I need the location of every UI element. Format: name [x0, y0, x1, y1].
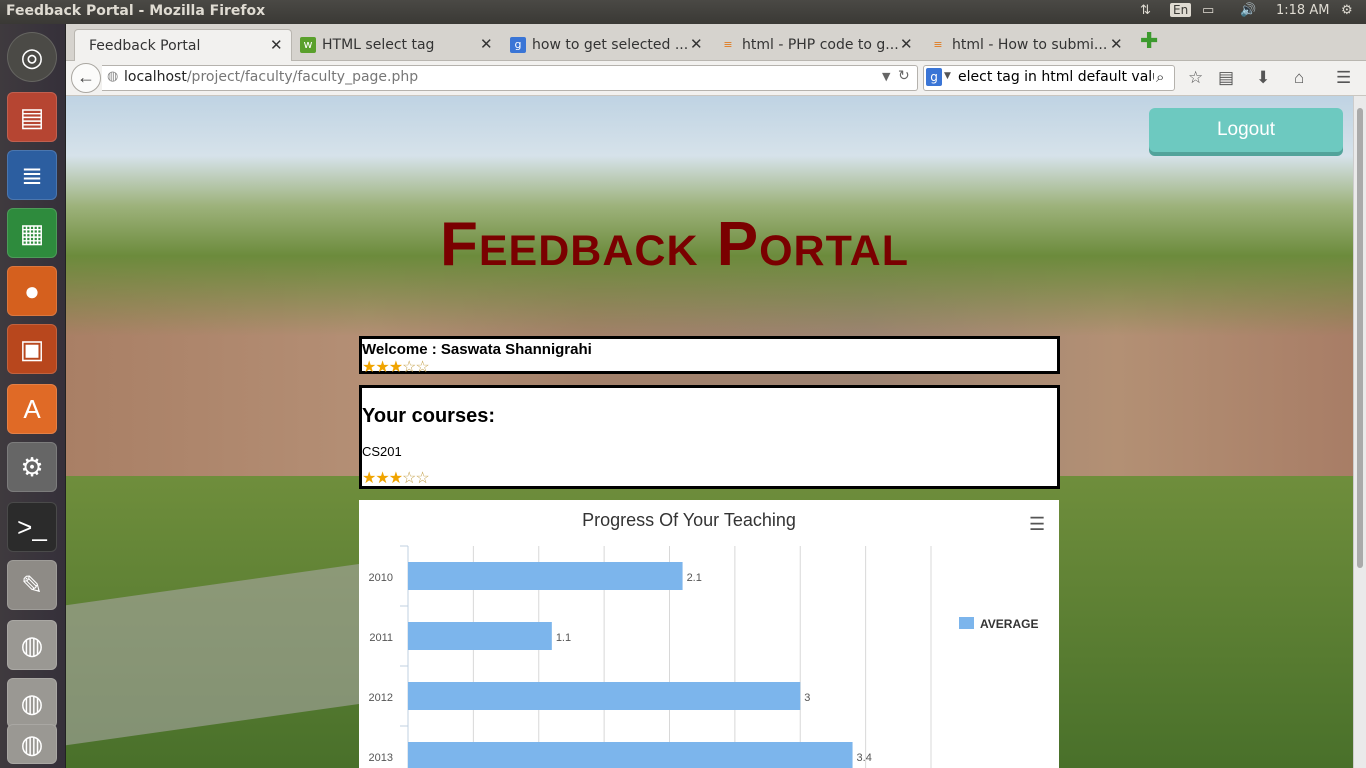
bookmarks-menu-icon[interactable]: ▤ — [1218, 68, 1234, 88]
legend-swatch — [959, 617, 974, 629]
tab-label: html - PHP code to g... — [742, 37, 899, 53]
star-empty-icon: ☆ — [402, 470, 416, 487]
bar-2013 — [408, 742, 853, 768]
courses-heading: Your courses: — [362, 405, 495, 427]
course-rating-stars: ★★★☆☆ — [362, 468, 430, 488]
system-settings-icon[interactable]: ⚙ — [7, 442, 57, 492]
dash-home-icon[interactable]: ◎ — [7, 32, 57, 82]
search-input[interactable]: elect tag in html default value — [958, 69, 1154, 85]
terminal-icon[interactable]: >_ — [7, 502, 57, 552]
close-tab-icon[interactable]: ✕ — [480, 35, 493, 53]
calc-icon[interactable]: ▦ — [7, 208, 57, 258]
teaching-progress-chart: Progress Of Your Teaching ☰ 2010 2.1 2011 1… — [359, 500, 1059, 768]
bookmark-star-icon[interactable]: ☆ — [1188, 68, 1203, 88]
bar-2010 — [408, 562, 683, 590]
window-title: Feedback Portal - Mozilla Firefox — [6, 3, 266, 19]
reload-icon[interactable]: ↻ — [898, 68, 910, 84]
data-label-2010: 2.1 — [687, 572, 702, 584]
data-label-2012: 3 — [804, 692, 810, 704]
tab-label: Feedback Portal — [89, 38, 201, 54]
tab-label: how to get selected ... — [532, 37, 689, 53]
logout-button[interactable]: Logout — [1149, 108, 1343, 152]
system-top-bar: Feedback Portal - Mozilla Firefox ⇅ En ▭… — [0, 0, 1366, 24]
text-editor-icon[interactable]: ✎ — [7, 560, 57, 610]
page-title: Feedback Portal — [440, 210, 909, 279]
star-filled-icon: ★ — [388, 359, 403, 376]
trash-icon[interactable]: ◍ — [7, 724, 57, 764]
search-bar[interactable]: g ▼ elect tag in html default value ⌕ — [923, 65, 1175, 91]
clock[interactable]: 1:18 AM — [1276, 3, 1329, 18]
launcher: ◎ ▤ ≣ ▦ ● ▣ A ⚙ >_ ✎ ◍ ◍ ◍ — [0, 24, 66, 768]
globe-icon: ◍ — [107, 69, 119, 84]
settings-gear-icon[interactable]: ⚙ — [1341, 3, 1353, 18]
chevron-down-icon[interactable]: ▼ — [944, 71, 951, 81]
hamburger-menu-icon[interactable]: ☰ — [1336, 68, 1351, 88]
volume-icon[interactable]: 🔊 — [1240, 3, 1256, 18]
tab-label: HTML select tag — [322, 37, 435, 53]
chart-plot: 2010 2.1 2011 1.1 2012 3 2013 3.4 AVERAGE — [369, 545, 1038, 768]
battery-icon[interactable]: ▭ — [1202, 3, 1214, 18]
tab-how-to-submit[interactable]: ≡ html - How to submi... ✕ — [922, 29, 1130, 60]
files-icon[interactable]: ▤ — [7, 92, 57, 142]
star-filled-icon: ★ — [375, 359, 389, 376]
tab-html-select-tag[interactable]: w HTML select tag ✕ — [292, 29, 500, 60]
star-filled-icon: ★ — [388, 470, 403, 487]
url-host: localhost — [124, 69, 187, 85]
category-label-2011: 2011 — [369, 632, 393, 644]
course-code[interactable]: CS201 — [362, 444, 402, 459]
tab-label: html - How to submi... — [952, 37, 1108, 53]
drive-icon[interactable]: ◍ — [7, 620, 57, 670]
w3schools-favicon-icon: w — [300, 37, 316, 53]
vertical-scrollbar[interactable] — [1353, 96, 1366, 768]
new-tab-plus-icon[interactable]: ✚ — [1140, 29, 1164, 60]
bar-2012 — [408, 682, 801, 710]
faculty-rating-stars: ★★★☆☆ — [362, 357, 430, 377]
keyboard-layout-indicator[interactable]: En — [1170, 3, 1192, 17]
home-icon[interactable]: ⌂ — [1294, 68, 1304, 88]
back-arrow-icon[interactable]: ← — [71, 63, 101, 93]
writer-icon[interactable]: ≣ — [7, 150, 57, 200]
tab-feedback-portal[interactable]: Feedback Portal ✕ — [74, 29, 292, 61]
star-filled-icon: ★ — [362, 359, 376, 376]
star-empty-icon: ☆ — [415, 359, 429, 376]
star-filled-icon: ★ — [375, 470, 389, 487]
history-dropdown-icon[interactable]: ▼ — [882, 70, 890, 83]
stackoverflow-favicon-icon: ≡ — [723, 38, 733, 51]
data-label-2013: 3.4 — [857, 752, 872, 764]
download-icon[interactable]: ⬇ — [1256, 68, 1270, 88]
google-favicon-icon: g — [510, 37, 526, 53]
search-engine-google-icon[interactable]: g — [926, 68, 942, 86]
welcome-panel: Welcome : Saswata Shannigrahi ★★★☆☆ — [359, 336, 1060, 377]
software-center-icon[interactable]: A — [7, 384, 57, 434]
drive-icon-2[interactable]: ◍ — [7, 678, 57, 728]
courses-panel: Your courses: CS201 ★★★☆☆ — [359, 385, 1060, 489]
tab-strip: Feedback Portal ✕ w HTML select tag ✕ g … — [66, 24, 1366, 61]
stackoverflow-favicon-icon: ≡ — [933, 38, 943, 51]
star-filled-icon: ★ — [362, 470, 376, 487]
search-icon[interactable]: ⌕ — [1156, 68, 1164, 86]
category-label-2013: 2013 — [369, 752, 393, 764]
category-label-2010: 2010 — [369, 572, 393, 584]
tab-php-code[interactable]: ≡ html - PHP code to g... ✕ — [712, 29, 920, 60]
legend-label: AVERAGE — [980, 617, 1038, 631]
close-tab-icon[interactable]: ✕ — [690, 35, 703, 53]
data-label-2011: 1.1 — [556, 632, 571, 644]
url-bar[interactable]: ◍ localhost/project/faculty/faculty_page… — [102, 65, 918, 91]
welcome-text: Welcome : Saswata Shannigrahi — [362, 341, 592, 358]
tab-how-to-get-selected[interactable]: g how to get selected ... ✕ — [502, 29, 710, 60]
category-label-2012: 2012 — [369, 692, 393, 704]
close-tab-icon[interactable]: ✕ — [1110, 35, 1123, 53]
page-viewport: Logout Feedback Portal Welcome : Saswata… — [66, 96, 1353, 768]
close-tab-icon[interactable]: ✕ — [900, 35, 913, 53]
url-path: /project/faculty/faculty_page.php — [186, 69, 419, 85]
bar-2011 — [408, 622, 552, 650]
scrollbar-thumb[interactable] — [1357, 108, 1363, 568]
star-empty-icon: ☆ — [415, 470, 429, 487]
star-empty-icon: ☆ — [402, 359, 416, 376]
close-tab-icon[interactable]: ✕ — [270, 36, 283, 54]
network-icon[interactable]: ⇅ — [1140, 3, 1151, 18]
impress-icon[interactable]: ▣ — [7, 324, 57, 374]
navigation-toolbar: ← ◍ localhost/project/faculty/faculty_pa… — [66, 61, 1366, 96]
firefox-icon[interactable]: ● — [7, 266, 57, 316]
